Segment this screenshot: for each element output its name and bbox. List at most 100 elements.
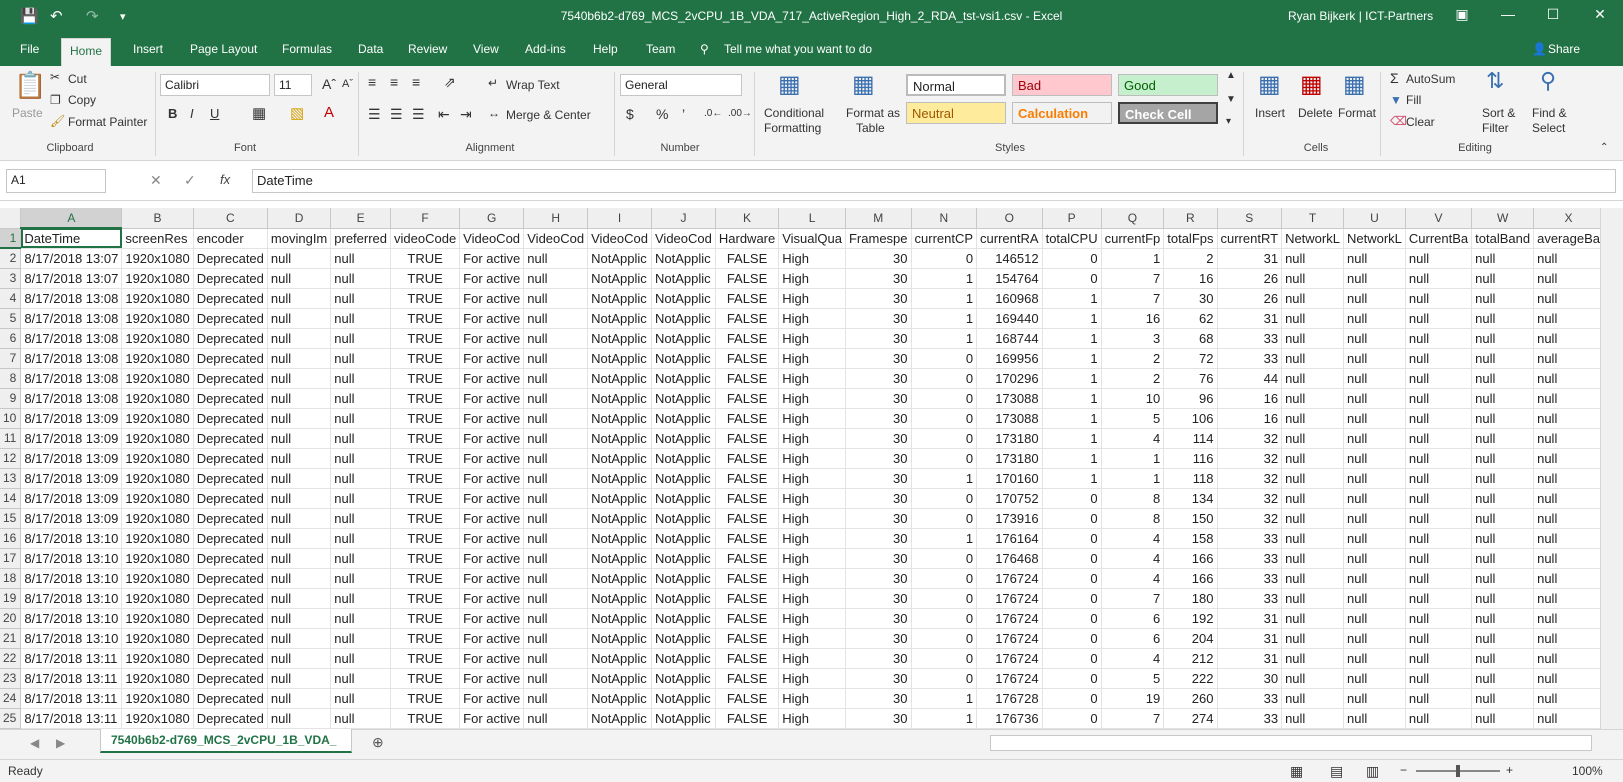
row-header[interactable]: 16 [0,528,22,549]
cell[interactable]: null [267,268,332,289]
cell[interactable]: 30 [845,628,912,649]
cell[interactable]: 1920x1080 [121,348,194,369]
cell[interactable]: High [778,468,846,489]
zoom-in-icon[interactable]: + [1506,763,1513,777]
number-format-select[interactable]: General [620,74,742,96]
sort-filter-button[interactable]: Sort & [1482,106,1515,120]
cell[interactable]: NotApplic [587,528,652,549]
format-cells-button[interactable]: Format [1338,106,1376,120]
cell[interactable]: 0 [1042,488,1102,509]
cell[interactable]: currentRA [976,228,1043,249]
cell[interactable]: 1920x1080 [121,608,194,629]
row-header[interactable]: 21 [0,628,22,649]
cell[interactable]: null [523,708,589,729]
cell[interactable]: NotApplic [651,628,716,649]
cell[interactable]: TRUE [390,328,461,349]
tab-formulas[interactable]: Formulas [282,42,332,56]
cell[interactable]: null [1343,368,1406,389]
cell[interactable]: 1 [1042,348,1102,369]
cell[interactable]: Deprecated [193,348,268,369]
cell[interactable]: FALSE [715,608,780,629]
cell[interactable]: 0 [911,488,978,509]
cell[interactable]: totalFps [1163,228,1218,249]
cell[interactable]: null [1281,468,1344,489]
cell[interactable]: null [330,248,392,269]
cell[interactable]: 30 [845,648,912,669]
cell[interactable]: 8/17/2018 13:09 [20,448,123,469]
style-bad[interactable]: Bad [1012,74,1112,96]
align-top-icon[interactable]: ≡ [368,74,376,90]
cell[interactable]: null [330,328,392,349]
cell[interactable]: VideoCod [587,228,652,249]
cell[interactable]: FALSE [715,668,780,689]
cell[interactable]: 1920x1080 [121,648,194,669]
cell[interactable]: null [1533,628,1600,649]
cell[interactable]: 30 [845,548,912,569]
cell[interactable]: 158 [1163,528,1218,549]
cut-icon[interactable]: ✂ [50,70,60,84]
cell[interactable]: 1920x1080 [121,548,194,569]
cell[interactable]: null [523,648,589,669]
cell[interactable]: TRUE [390,608,461,629]
cell[interactable]: High [778,708,846,729]
cell[interactable]: NetworkL [1281,228,1344,249]
cell[interactable]: 33 [1217,688,1283,709]
tab-insert[interactable]: Insert [133,42,163,56]
cell[interactable]: null [1281,308,1344,329]
row-header[interactable]: 5 [0,308,22,329]
undo-icon[interactable]: ↶ [50,8,63,26]
cell[interactable]: 32 [1217,428,1283,449]
cell[interactable]: 1920x1080 [121,488,194,509]
column-header[interactable]: J [651,208,716,229]
cell[interactable]: null [1343,648,1406,669]
cell[interactable]: 0 [911,568,978,589]
cell[interactable]: NotApplic [651,408,716,429]
share-button[interactable]: Share [1548,42,1580,56]
column-header[interactable]: M [845,208,912,229]
cell[interactable]: null [1281,328,1344,349]
cell[interactable]: 1920x1080 [121,308,194,329]
cell[interactable]: null [1405,488,1473,509]
cell[interactable]: 4 [1101,428,1165,449]
cell[interactable]: FALSE [715,528,780,549]
cell[interactable]: 1 [911,468,978,489]
cell[interactable]: 0 [1042,268,1102,289]
cell[interactable]: 8/17/2018 13:10 [20,608,123,629]
cell[interactable]: 1920x1080 [121,468,194,489]
cell[interactable]: null [330,388,392,409]
cell[interactable]: NotApplic [651,388,716,409]
cell[interactable]: null [330,488,392,509]
cell[interactable]: null [1471,548,1535,569]
cell[interactable]: null [523,588,589,609]
cell[interactable]: null [330,648,392,669]
decrease-indent-icon[interactable]: ⇤ [438,106,450,123]
cell[interactable]: 0 [1042,248,1102,269]
cell[interactable]: 0 [1042,668,1102,689]
cell[interactable]: 7 [1101,708,1165,729]
cell[interactable]: NotApplic [651,448,716,469]
row-header[interactable]: 11 [0,428,22,449]
cell[interactable]: 118 [1163,468,1218,489]
prev-sheet-icon[interactable]: ◀ [30,736,39,750]
cell[interactable]: TRUE [390,568,461,589]
insert-cells-button[interactable]: Insert [1255,106,1285,120]
cell[interactable]: Deprecated [193,528,268,549]
cell[interactable]: TRUE [390,388,461,409]
cell[interactable]: 1920x1080 [121,368,194,389]
cell[interactable]: 8/17/2018 13:09 [20,408,123,429]
cell[interactable]: 26 [1217,268,1283,289]
cell[interactable]: null [1533,648,1600,669]
cell[interactable]: 1920x1080 [121,708,194,729]
cell[interactable]: 8/17/2018 13:08 [20,368,123,389]
cell[interactable]: For active [459,248,525,269]
cell[interactable]: NotApplic [587,248,652,269]
cell[interactable]: null [523,688,589,709]
cell[interactable]: 116 [1163,448,1218,469]
cell[interactable]: null [1471,288,1535,309]
cell[interactable]: 1 [1042,468,1102,489]
cell[interactable]: 8/17/2018 13:08 [20,388,123,409]
cell[interactable]: null [1343,288,1406,309]
column-header[interactable]: E [330,208,392,229]
cell[interactable]: Deprecated [193,508,268,529]
cell[interactable]: null [523,408,589,429]
